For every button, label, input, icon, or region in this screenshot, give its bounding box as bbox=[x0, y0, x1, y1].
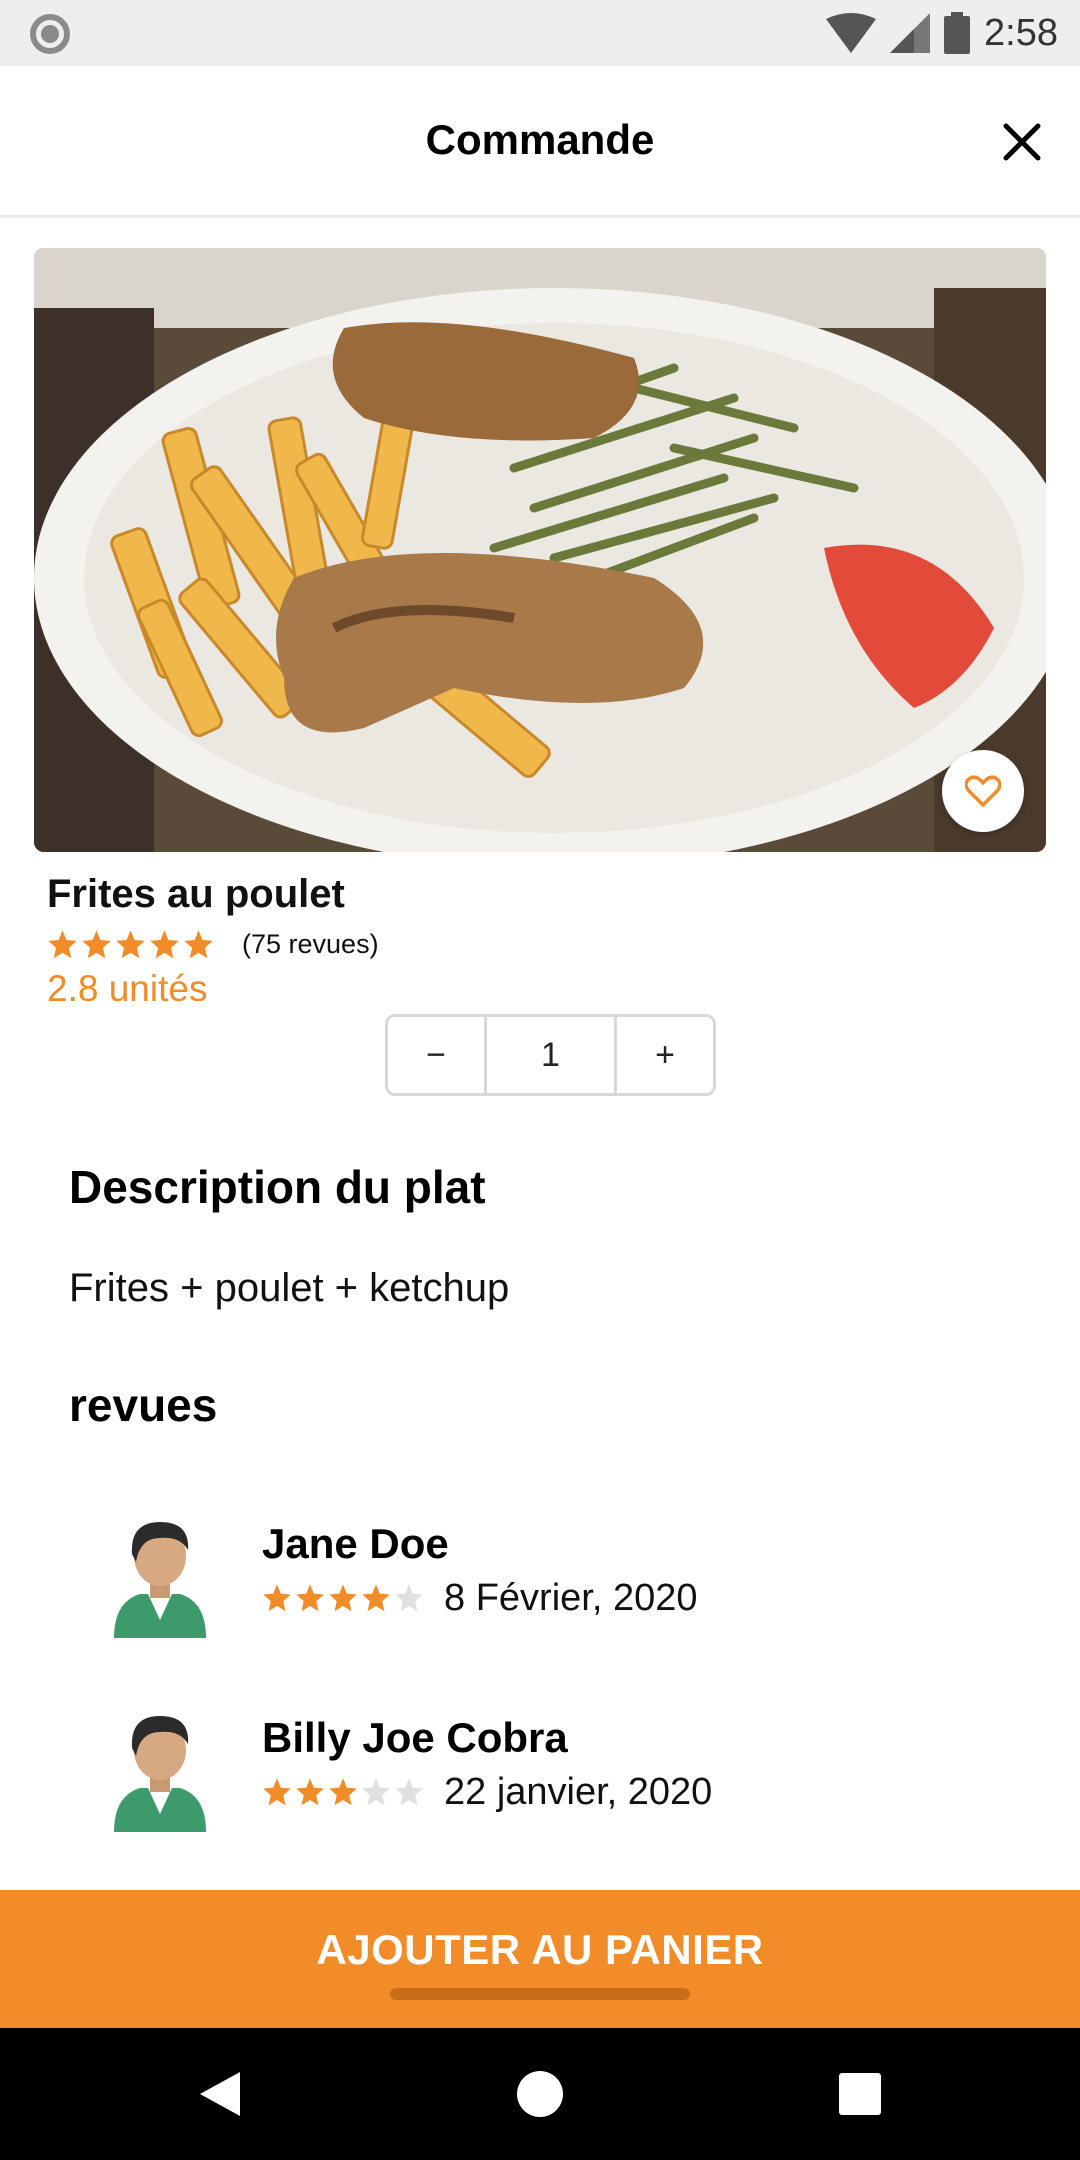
star-filled-icon bbox=[263, 1584, 291, 1612]
product-price: 2.8 unités bbox=[47, 968, 208, 1009]
star-filled-icon bbox=[82, 929, 111, 958]
reviewer-name: Billy Joe Cobra bbox=[262, 1714, 568, 1761]
review-meta: 8 Février, 2020 bbox=[262, 1574, 697, 1622]
star-filled-icon bbox=[150, 929, 179, 958]
star-empty-icon bbox=[395, 1584, 423, 1612]
star-filled-icon bbox=[296, 1584, 324, 1612]
recents-button[interactable] bbox=[830, 2064, 890, 2124]
product-image bbox=[34, 248, 1046, 852]
home-indicator bbox=[390, 1988, 690, 2000]
rating-stars bbox=[47, 929, 214, 960]
review-meta: 22 janvier, 2020 bbox=[262, 1768, 712, 1816]
reviewer-name: Jane Doe bbox=[262, 1520, 449, 1567]
star-filled-icon bbox=[184, 929, 213, 958]
star-filled-icon bbox=[329, 1778, 357, 1806]
star-empty-icon bbox=[395, 1778, 423, 1806]
food-photo bbox=[34, 248, 1046, 852]
review-date: 8 Février, 2020 bbox=[444, 1576, 698, 1619]
system-nav-bar bbox=[0, 2028, 1080, 2160]
rating-stars bbox=[262, 1583, 424, 1613]
decrease-button[interactable]: − bbox=[388, 1017, 484, 1093]
close-icon bbox=[1003, 123, 1041, 161]
description-title: Description du plat bbox=[69, 1161, 486, 1213]
reviews-title: revues bbox=[69, 1379, 218, 1431]
status-time: 2:58 bbox=[984, 11, 1058, 54]
page-title: Commande bbox=[425, 116, 655, 163]
status-icons: 2:58 bbox=[826, 8, 1058, 58]
add-to-cart-label: AJOUTER AU PANIER bbox=[316, 1926, 764, 1973]
back-button[interactable] bbox=[190, 2064, 250, 2124]
status-bar: 2:58 bbox=[0, 0, 1080, 66]
heart-icon bbox=[965, 775, 1001, 807]
avatar bbox=[114, 1716, 206, 1832]
description-text: Frites + poulet + ketchup bbox=[69, 1266, 510, 1310]
star-filled-icon bbox=[362, 1584, 390, 1612]
add-to-cart-button[interactable]: AJOUTER AU PANIER bbox=[0, 1890, 1080, 2028]
battery-icon bbox=[944, 12, 971, 54]
review-item: Billy Joe Cobra 22 janvier, 2020 bbox=[0, 1706, 1080, 1856]
star-filled-icon bbox=[48, 929, 77, 958]
review-count: (75 revues) bbox=[242, 928, 379, 959]
favorite-button[interactable] bbox=[942, 750, 1024, 832]
product-name: Frites au poulet bbox=[47, 872, 345, 916]
notification-icon bbox=[30, 14, 70, 54]
wifi-icon bbox=[826, 13, 877, 53]
star-empty-icon bbox=[362, 1778, 390, 1806]
review-date: 22 janvier, 2020 bbox=[444, 1770, 713, 1813]
app-header: Commande bbox=[0, 66, 1080, 218]
rating-stars bbox=[262, 1777, 424, 1807]
quantity-value[interactable]: 1 bbox=[484, 1017, 617, 1093]
home-button[interactable] bbox=[510, 2064, 570, 2124]
avatar bbox=[114, 1522, 206, 1638]
home-icon bbox=[517, 2071, 563, 2117]
close-button[interactable] bbox=[994, 114, 1050, 170]
recents-icon bbox=[839, 2073, 881, 2115]
review-item: Jane Doe 8 Février, 2020 bbox=[0, 1512, 1080, 1662]
back-icon bbox=[200, 2072, 240, 2116]
star-filled-icon bbox=[263, 1778, 291, 1806]
star-filled-icon bbox=[296, 1778, 324, 1806]
star-filled-icon bbox=[329, 1584, 357, 1612]
signal-icon bbox=[890, 13, 931, 53]
star-filled-icon bbox=[116, 929, 145, 958]
quantity-stepper: − 1 + bbox=[385, 1014, 716, 1096]
increase-button[interactable]: + bbox=[617, 1017, 713, 1093]
product-rating: (75 revues) bbox=[47, 922, 379, 966]
